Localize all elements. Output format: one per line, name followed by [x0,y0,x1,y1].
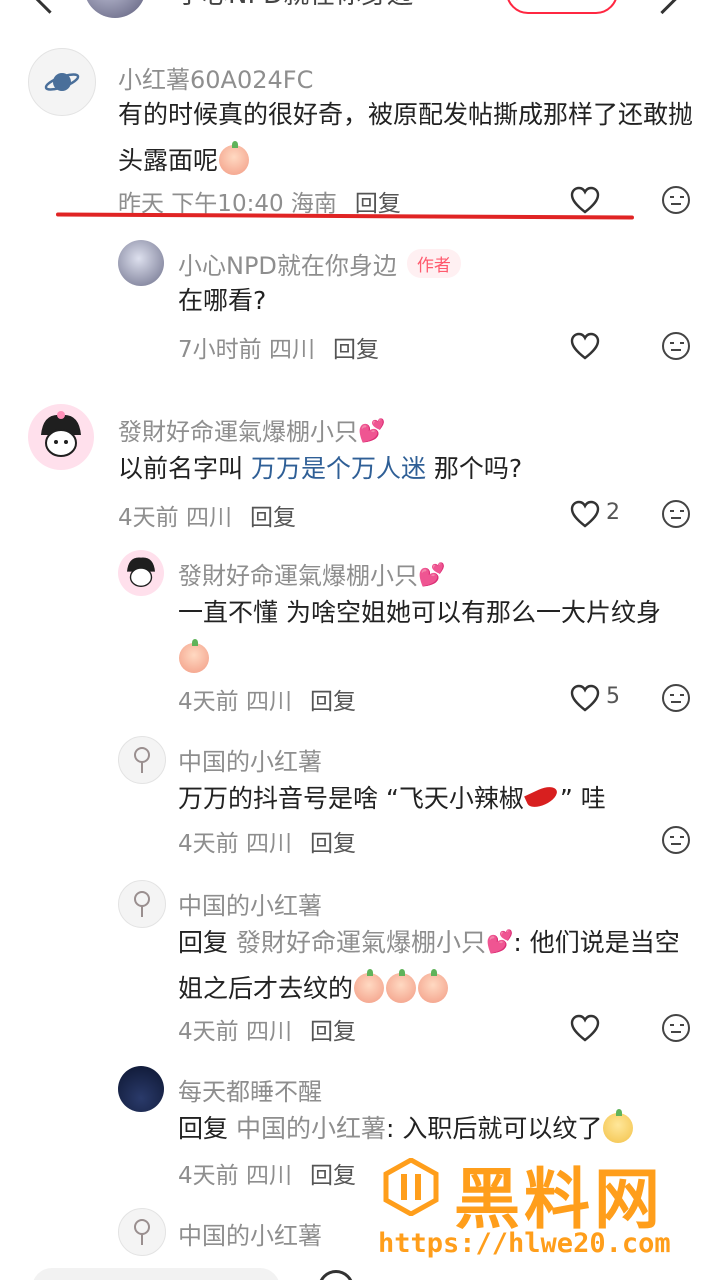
happy-face-emoji [603,1109,634,1143]
comment-text: 回复 發財好命運氣爆棚小只💕: 他们说是当空姐之后才去纹的 [178,920,698,1012]
like-count: 5 [606,684,620,709]
reply-button[interactable]: 回复 [250,505,296,531]
dislike-icon[interactable] [662,826,690,854]
comment-time: 4天前 四川 [178,1019,292,1045]
comment-author[interactable]: 發財好命運氣爆棚小只💕 [178,556,445,591]
comment-author[interactable]: 每天都睡不醒 [178,1072,322,1107]
comment-meta: 4天前 四川 回复 [178,1012,356,1046]
reply-button[interactable]: 回复 [310,1163,356,1189]
comment-author[interactable]: 中国的小红薯 [178,742,322,777]
comment-text: 在哪看? [178,286,267,315]
like-heart-icon[interactable] [570,186,600,214]
crying-face-emoji [179,639,209,673]
dislike-icon[interactable] [662,684,690,712]
avatar-pin[interactable] [118,1208,166,1256]
author-badge: 作者 [406,249,461,278]
chili-pepper-emoji [524,782,560,812]
red-highlight-line [55,212,635,220]
avatar-kuromi[interactable] [28,404,94,470]
crying-face-emoji [219,141,250,175]
comment-text: 一直不懂 为啥空姐她可以有那么一大片纹身 [178,590,698,682]
comment-meta: 4天前 四川 回复 [178,824,356,858]
location-pin-icon [134,747,150,773]
emoji-icon[interactable] [318,1270,354,1280]
reply-button[interactable]: 回复 [333,337,379,363]
planet-icon [44,73,80,91]
dislike-icon[interactable] [662,186,690,214]
watermark-logo-icon [383,1158,439,1216]
avatar-kuromi[interactable] [118,550,164,596]
comment-meta: 4天前 四川 回复 [118,498,296,532]
comment-text: 有的时候真的很好奇，被原配发帖撕成那样了还敢抛头露面呢 [118,100,694,175]
comment-author[interactable]: 中国的小红薯 [178,1216,322,1251]
like-heart-icon[interactable] [570,1014,600,1042]
comment-meta: 7小时前 四川 回复 [178,330,379,364]
like-heart-icon[interactable] [570,332,600,360]
crying-face-emoji [418,969,449,1003]
comment-time: 4天前 四川 [178,831,292,857]
author-avatar[interactable] [84,0,146,18]
follow-button[interactable] [506,0,618,14]
pink-heart-emoji: 💕 [485,930,514,955]
comment-text: 万万的抖音号是啥 “飞天小辣椒” 哇 [178,782,606,813]
avatar-pin[interactable] [118,880,166,928]
like-heart-icon[interactable] [570,500,600,528]
comment-text: 以前名字叫 万万是个万人迷 那个吗? [118,454,523,483]
watermark: 黑料网 https://hlwe20.com [378,1152,708,1270]
comment-author[interactable]: 小心NPD就在你身边 作者 [178,246,461,281]
like-heart-icon[interactable] [570,684,600,712]
pink-heart-emoji: 💕 [418,563,446,588]
topic-link[interactable]: 万万是个万人迷 [251,454,426,483]
avatar-author[interactable] [118,240,164,286]
like-count: 2 [606,500,620,525]
dislike-icon[interactable] [662,332,690,360]
comment-time: 7小时前 四川 [178,337,315,363]
comment-author[interactable]: 中国的小红薯 [178,886,322,921]
kuromi-icon [41,411,81,457]
crying-face-emoji [386,969,417,1003]
bottom-bar [0,1262,720,1280]
reply-button[interactable]: 回复 [310,1019,356,1045]
comment-meta: 4天前 四川 回复 [178,1156,356,1190]
watermark-url: https://hlwe20.com [378,1228,671,1259]
location-pin-icon [134,891,150,917]
comment-time: 4天前 四川 [178,1163,292,1189]
reply-button[interactable]: 回复 [310,831,356,857]
comment-author[interactable]: 小红薯60A024FC [118,60,313,95]
top-bar: 小心NPD就在你身边 [0,0,720,28]
avatar-pin[interactable] [118,736,166,784]
comment-meta: 4天前 四川 回复 [178,682,356,716]
top-author-name: 小心NPD就在你身边 [176,0,476,14]
comment-author[interactable]: 發財好命運氣爆棚小只💕 [118,412,385,447]
share-icon[interactable] [644,0,681,15]
comment-time: 4天前 四川 [178,689,292,715]
dislike-icon[interactable] [662,500,690,528]
avatar-night[interactable] [118,1066,164,1112]
pink-heart-emoji: 💕 [358,419,386,444]
avatar-planet[interactable] [28,48,96,116]
kuromi-icon [127,557,155,587]
comment-time: 4天前 四川 [118,505,232,531]
location-pin-icon [134,1219,150,1245]
reply-button[interactable]: 回复 [310,689,356,715]
comment-input[interactable] [32,1268,280,1280]
mention-link[interactable]: 中国的小红薯 [236,1114,386,1143]
crying-face-emoji [354,969,385,1003]
mention-link[interactable]: 發財好命運氣爆棚小只 [236,928,486,957]
back-arrow-icon[interactable] [33,0,66,14]
dislike-icon[interactable] [662,1014,690,1042]
